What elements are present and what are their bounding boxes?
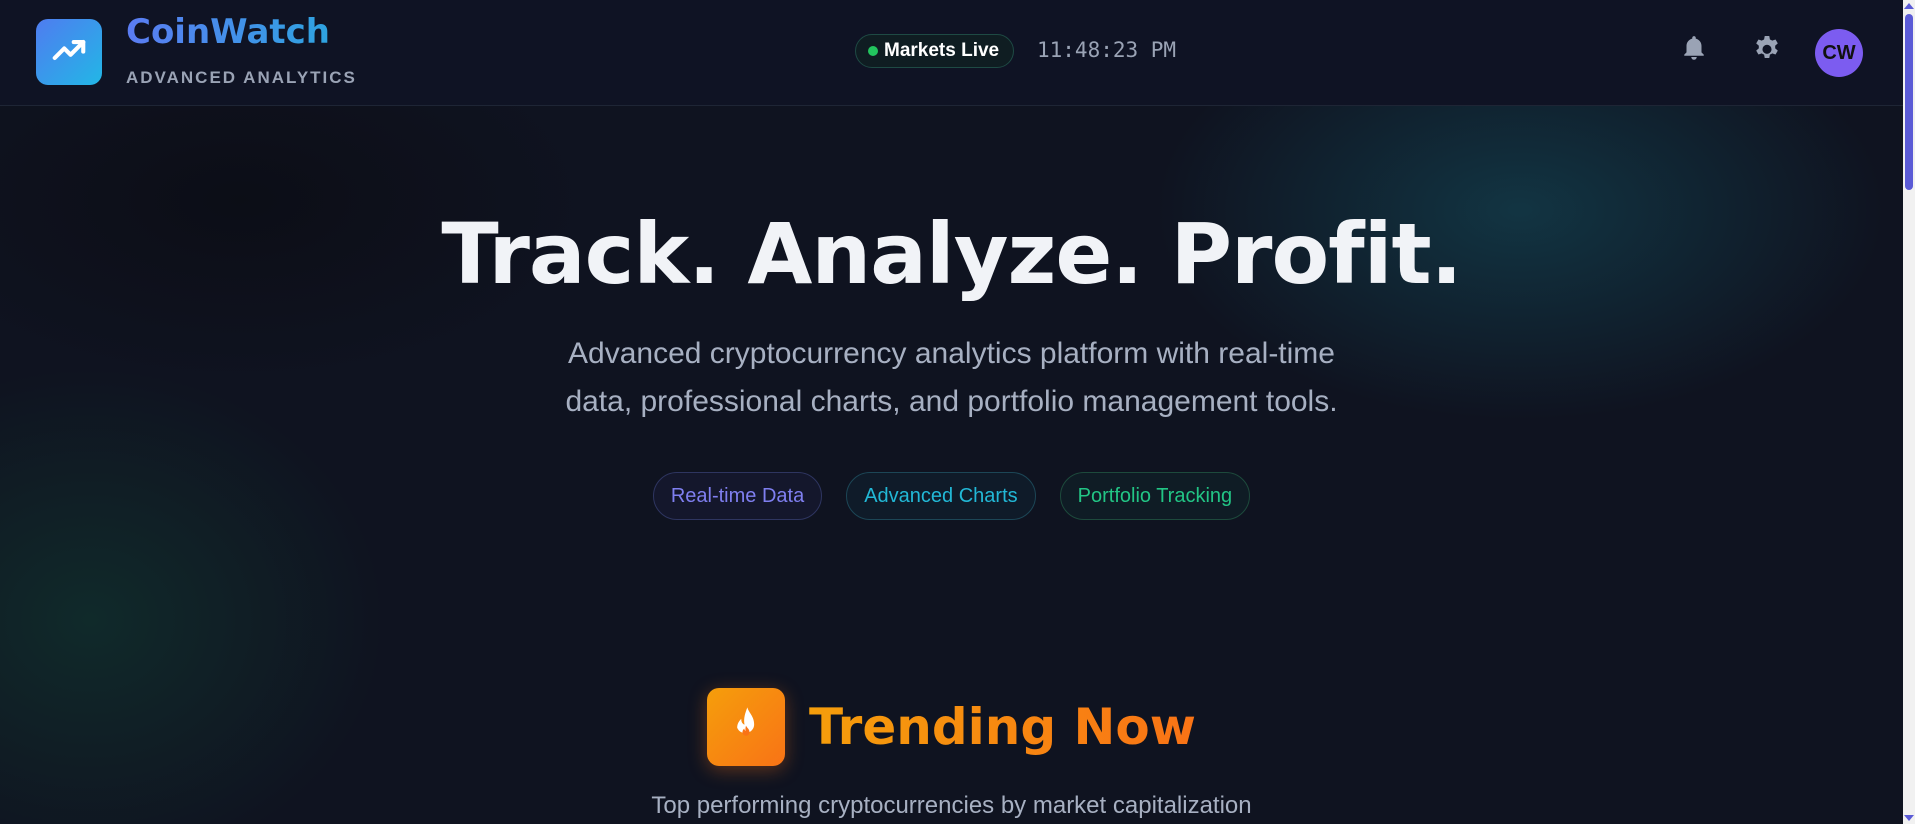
chip-real-time-data[interactable]: Real-time Data — [652, 472, 823, 520]
market-status-label: Markets Live — [884, 40, 1000, 61]
chip-portfolio-tracking[interactable]: Portfolio Tracking — [1059, 472, 1251, 520]
user-avatar[interactable]: CW — [1815, 29, 1863, 77]
scroll-down-arrow[interactable] — [1904, 815, 1914, 821]
trending-header: Trending Now — [0, 688, 1903, 766]
bell-icon — [1679, 33, 1709, 68]
app-logo[interactable] — [36, 19, 102, 85]
scrollbar-thumb[interactable] — [1905, 14, 1913, 190]
hero-subtitle: Advanced cryptocurrency analytics platfo… — [0, 330, 1903, 426]
live-indicator-dot — [868, 46, 878, 56]
gear-icon — [1751, 32, 1783, 69]
live-clock: 11:48:23 PM — [1037, 38, 1177, 62]
trending-title: Trending Now — [809, 698, 1196, 756]
scroll-up-arrow[interactable] — [1904, 3, 1914, 9]
settings-button[interactable] — [1749, 32, 1785, 68]
hero-subtitle-line-2: data, professional charts, and portfolio… — [565, 385, 1338, 418]
chip-advanced-charts[interactable]: Advanced Charts — [846, 472, 1036, 520]
market-status-badge: Markets Live — [855, 34, 1015, 68]
brand-subtitle: ADVANCED ANALYTICS — [126, 68, 357, 87]
vertical-scrollbar[interactable] — [1903, 0, 1915, 824]
hero-subtitle-line-1: Advanced cryptocurrency analytics platfo… — [568, 337, 1335, 370]
notifications-button[interactable] — [1676, 32, 1712, 68]
flame-icon — [729, 706, 763, 749]
trending-subtitle: Top performing cryptocurrencies by marke… — [651, 792, 1252, 819]
brand-title[interactable]: CoinWatch — [126, 12, 330, 52]
trending-icon-box — [707, 688, 786, 766]
hero-title: Track. Analyze. Profit. — [441, 205, 1462, 303]
trending-up-icon — [50, 31, 88, 74]
top-header: CoinWatch ADVANCED ANALYTICS Markets Liv… — [0, 0, 1903, 106]
feature-chips: Real-time Data Advanced Charts Portfolio… — [0, 472, 1903, 520]
